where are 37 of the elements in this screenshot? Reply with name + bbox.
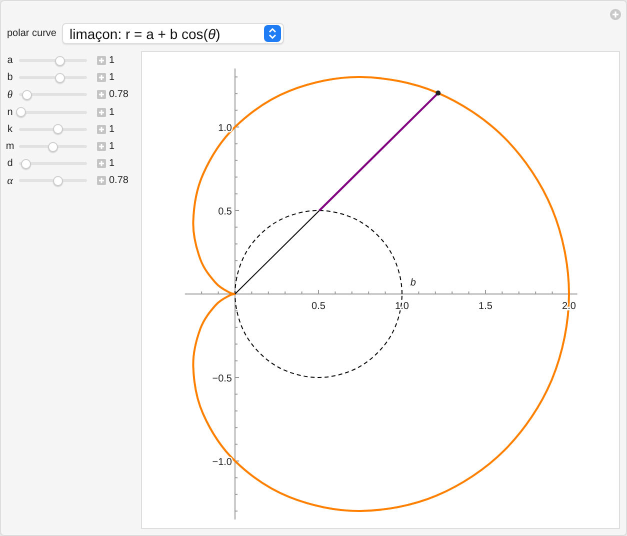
- x-tick-label: 0.5: [312, 301, 326, 312]
- slider-label: m: [4, 141, 16, 152]
- x-tick-label: 1.5: [478, 301, 492, 312]
- slider-label: a: [6, 55, 14, 66]
- slider-value: 1: [109, 141, 115, 152]
- plus-icon[interactable]: [610, 9, 621, 20]
- slider-label: α: [6, 174, 14, 187]
- curve-dropdown[interactable]: limaçon: r = a + b cos(θ): [62, 23, 284, 44]
- point-marker: [436, 90, 441, 96]
- slider-value: 1: [109, 106, 115, 118]
- y-tick-label: −0.5: [212, 374, 232, 384]
- slider-label: n: [6, 106, 14, 118]
- y-tick-label: −1.0: [212, 457, 232, 468]
- slider-value: 0.78: [109, 89, 128, 100]
- slider-label: θ: [6, 88, 14, 101]
- slider-label: b: [6, 72, 14, 84]
- plus-icon[interactable]: [97, 108, 106, 117]
- control-label: polar curve: [7, 28, 56, 39]
- slider-value: 1: [109, 124, 115, 135]
- slider-value: 1: [109, 72, 115, 84]
- plus-icon[interactable]: [97, 90, 106, 100]
- updown-arrows-icon: [264, 25, 282, 42]
- y-tick-label: 1.0: [218, 123, 232, 134]
- slider-label: k: [6, 124, 14, 135]
- plus-icon[interactable]: [97, 124, 106, 134]
- plus-icon[interactable]: [97, 176, 106, 186]
- slider-label: d: [6, 158, 14, 170]
- plus-icon[interactable]: [97, 142, 106, 152]
- y-tick-label: 0.5: [218, 206, 232, 218]
- plus-icon[interactable]: [97, 159, 106, 168]
- plus-icon[interactable]: [97, 73, 106, 82]
- plus-icon[interactable]: [97, 56, 106, 66]
- x-tick-label: 1.0: [395, 301, 409, 312]
- slider-value: 0.78: [109, 175, 128, 186]
- circle-label: b: [410, 278, 416, 289]
- slider-value: 1: [109, 158, 115, 170]
- slider-value: 1: [109, 55, 115, 66]
